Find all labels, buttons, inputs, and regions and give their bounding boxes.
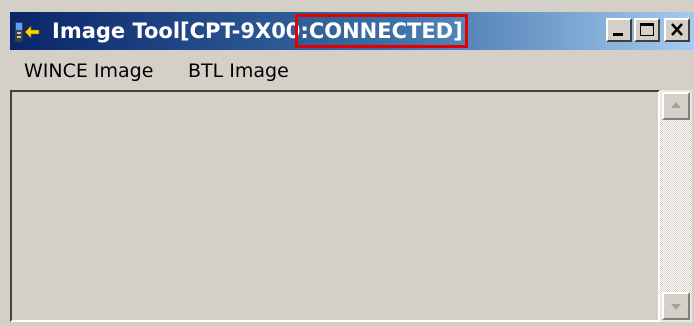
scroll-up-button[interactable] (662, 92, 690, 120)
app-device-arrow-icon[interactable] (14, 21, 40, 43)
window-title-prefix: Image Tool[CPT-9X00 (52, 19, 301, 43)
minimize-button[interactable] (606, 18, 632, 42)
close-button[interactable] (664, 18, 690, 42)
window-title: Image Tool[CPT-9X00:CONNECTED] (52, 14, 468, 48)
connection-status: :CONNECTED] (295, 14, 468, 48)
maximize-button[interactable] (634, 18, 660, 42)
title-bar[interactable]: Image Tool[CPT-9X00:CONNECTED] (10, 12, 694, 50)
menu-bar: WINCE Image BTL Image (10, 56, 694, 86)
image-tool-window: Image Tool[CPT-9X00:CONNECTED] WINCE Ima… (0, 0, 694, 326)
menu-btl-image[interactable]: BTL Image (188, 59, 289, 83)
vertical-scrollbar[interactable] (660, 90, 692, 322)
menu-wince-image[interactable]: WINCE Image (24, 59, 153, 83)
content-area (10, 90, 660, 322)
scroll-down-button[interactable] (662, 292, 690, 320)
